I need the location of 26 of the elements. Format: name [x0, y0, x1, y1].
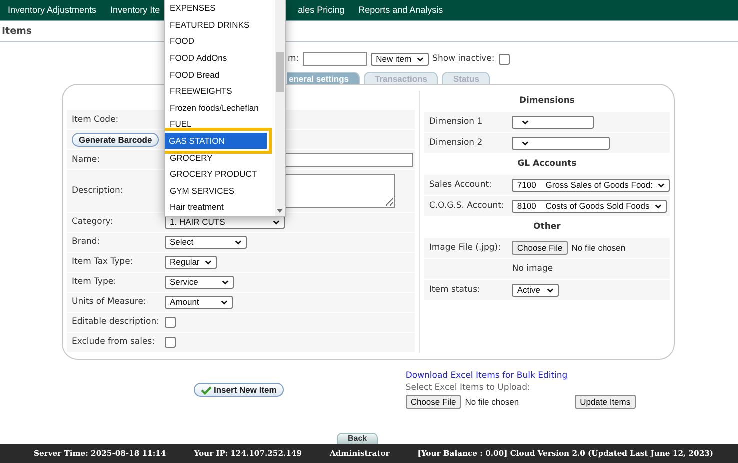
field-label: Category: — [72, 217, 114, 228]
field-label: Description: — [72, 186, 124, 196]
field-label: Sales Account: — [429, 180, 492, 190]
section-heading: Other — [534, 222, 561, 232]
field-label: Image File (.jpg): — [429, 243, 501, 253]
field-label: Name: — [72, 154, 100, 165]
show-inactive-label: Show inactive: — [432, 54, 495, 64]
field-label: C.O.G.S. Account: — [429, 201, 504, 211]
upload-prompt: Select Excel Items to Upload: — [406, 383, 532, 393]
file-status-text: No file chosen — [572, 243, 626, 253]
field-label: Item Type: — [72, 277, 116, 288]
no-image-text: No image — [512, 264, 554, 274]
field-label: Brand: — [72, 237, 100, 248]
section-heading: Dimensions — [519, 96, 575, 106]
file-status-text: No file chosen — [465, 397, 520, 407]
field-label: Editable description: — [72, 317, 160, 328]
search-label: m: — [288, 54, 300, 64]
field-label: Item Code: — [72, 114, 119, 125]
page-title: Items — [2, 26, 32, 36]
field-label: Exclude from sales: — [72, 337, 156, 348]
section-heading: GL Accounts — [518, 159, 577, 169]
field-label: Dimension 2 — [429, 138, 483, 148]
field-label: Item Tax Type: — [72, 257, 134, 268]
field-label: Units of Measure: — [72, 297, 146, 308]
field-label: Dimension 1 — [429, 117, 483, 127]
field-label: Item status: — [429, 285, 480, 295]
